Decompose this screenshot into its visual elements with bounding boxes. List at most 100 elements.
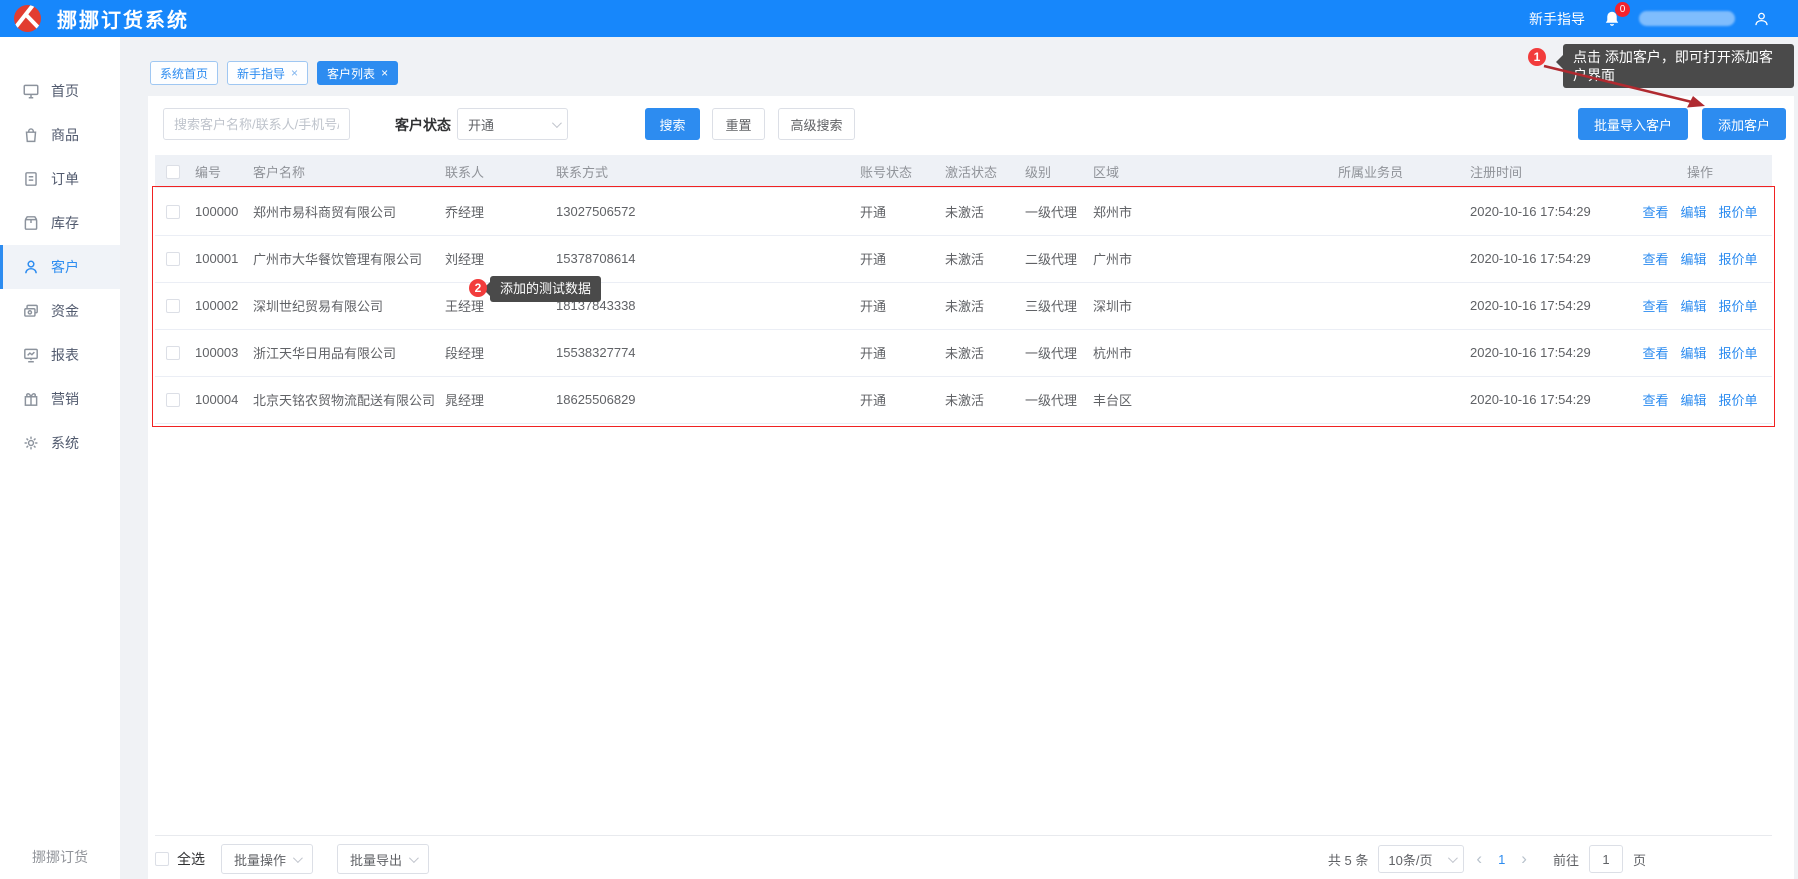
action-view-link[interactable]: 查看 <box>1642 346 1668 361</box>
cell-contact: 段经理 <box>440 329 551 376</box>
sidebar-item-label: 系统 <box>51 433 79 453</box>
cell-name: 郑州市易科商贸有限公司 <box>248 188 440 235</box>
reset-button[interactable]: 重置 <box>712 108 765 140</box>
row-checkbox[interactable] <box>166 299 180 313</box>
current-page[interactable]: 1 <box>1494 852 1509 867</box>
action-quote-link[interactable]: 报价单 <box>1719 205 1758 220</box>
goto-page-input[interactable] <box>1589 845 1623 873</box>
funds-icon <box>22 302 40 320</box>
table-row: 100002深圳世纪贸易有限公司王经理18137843338开通未激活三级代理深… <box>155 282 1772 329</box>
sidebar-item-home[interactable]: 首页 <box>0 69 120 113</box>
action-view-link[interactable]: 查看 <box>1642 205 1668 220</box>
cell-level: 一级代理 <box>1020 329 1088 376</box>
action-edit-link[interactable]: 编辑 <box>1680 393 1706 408</box>
table-row: 100000郑州市易科商贸有限公司乔经理13027506572开通未激活一级代理… <box>155 188 1772 235</box>
customer-icon <box>22 258 40 276</box>
row-checkbox[interactable] <box>166 252 180 266</box>
cell-region: 广州市 <box>1088 235 1333 282</box>
action-quote-link[interactable]: 报价单 <box>1719 252 1758 267</box>
app-logo-icon <box>14 5 41 32</box>
action-quote-link[interactable]: 报价单 <box>1719 346 1758 361</box>
action-edit-link[interactable]: 编辑 <box>1680 205 1706 220</box>
sidebar-item-label: 营销 <box>51 389 79 409</box>
home-icon <box>22 82 40 100</box>
user-avatar-icon[interactable] <box>1753 10 1770 28</box>
notification-badge: 0 <box>1615 2 1630 17</box>
next-page-icon[interactable]: › <box>1519 849 1529 869</box>
cell-activation: 未激活 <box>940 235 1020 282</box>
sidebar-item-reports[interactable]: 报表 <box>0 333 120 377</box>
column-header-account_status: 账号状态 <box>855 155 940 188</box>
column-header-activation: 激活状态 <box>940 155 1020 188</box>
batch-export-button[interactable]: 批量导出 <box>337 844 429 874</box>
cell-reg_time: 2020-10-16 17:54:29 <box>1465 376 1628 423</box>
sidebar-item-inventory[interactable]: 库存 <box>0 201 120 245</box>
sidebar-item-label: 订单 <box>51 169 79 189</box>
sidebar-item-marketing[interactable]: 营销 <box>0 377 120 421</box>
cell-reg_time: 2020-10-16 17:54:29 <box>1465 329 1628 376</box>
action-view-link[interactable]: 查看 <box>1642 393 1668 408</box>
cell-contact: 乔经理 <box>440 188 551 235</box>
row-checkbox[interactable] <box>166 205 180 219</box>
cell-salesman <box>1333 188 1465 235</box>
user-name-redacted <box>1639 11 1735 26</box>
sidebar-item-system[interactable]: 系统 <box>0 421 120 465</box>
select-all-header-checkbox[interactable] <box>166 165 180 179</box>
action-edit-link[interactable]: 编辑 <box>1680 252 1706 267</box>
row-checkbox[interactable] <box>166 393 180 407</box>
table-row: 100001广州市大华餐饮管理有限公司刘经理15378708614开通未激活二级… <box>155 235 1772 282</box>
close-icon[interactable]: × <box>381 67 388 79</box>
cell-salesman <box>1333 376 1465 423</box>
guide-step1-badge: 1 <box>1528 48 1546 66</box>
column-header-region: 区域 <box>1088 155 1333 188</box>
select-all-checkbox[interactable] <box>155 852 169 866</box>
status-select[interactable]: 开通 <box>457 108 568 140</box>
status-filter-label: 客户状态 <box>395 115 451 135</box>
tab-customer-list[interactable]: 客户列表× <box>317 61 398 85</box>
cell-id: 100004 <box>190 376 248 423</box>
search-button[interactable]: 搜索 <box>645 108 700 140</box>
row-checkbox[interactable] <box>166 346 180 360</box>
cell-phone: 15538327774 <box>551 329 855 376</box>
chevron-down-icon <box>409 853 419 863</box>
sidebar-item-customers[interactable]: 客户 <box>0 245 120 289</box>
beginner-guide-link[interactable]: 新手指导 <box>1529 9 1585 29</box>
column-header-level: 级别 <box>1020 155 1088 188</box>
cell-account_status: 开通 <box>855 235 940 282</box>
batch-action-button[interactable]: 批量操作 <box>221 844 313 874</box>
sidebar-item-orders[interactable]: 订单 <box>0 157 120 201</box>
advanced-search-button[interactable]: 高级搜索 <box>778 108 855 140</box>
topbar-nav: 新手指导 0 <box>1529 0 1770 37</box>
sidebar-item-funds[interactable]: 资金 <box>0 289 120 333</box>
batch-export-label: 批量导出 <box>350 850 402 869</box>
cell-salesman <box>1333 282 1465 329</box>
prev-page-icon[interactable]: ‹ <box>1474 849 1484 869</box>
sidebar-item-goods[interactable]: 商品 <box>0 113 120 157</box>
page-size-select[interactable]: 10条/页 <box>1378 845 1464 873</box>
action-view-link[interactable]: 查看 <box>1642 299 1668 314</box>
sidebar: 首页商品订单库存客户资金报表营销系统 挪挪订货 <box>0 37 120 879</box>
action-quote-link[interactable]: 报价单 <box>1719 393 1758 408</box>
action-view-link[interactable]: 查看 <box>1642 252 1668 267</box>
chevron-down-icon <box>552 118 562 128</box>
add-customer-button[interactable]: 添加客户 <box>1702 108 1786 140</box>
action-edit-link[interactable]: 编辑 <box>1680 299 1706 314</box>
action-quote-link[interactable]: 报价单 <box>1719 299 1758 314</box>
close-icon[interactable]: × <box>291 67 298 79</box>
cell-region: 郑州市 <box>1088 188 1333 235</box>
search-input[interactable] <box>163 108 350 140</box>
action-edit-link[interactable]: 编辑 <box>1680 346 1706 361</box>
cell-activation: 未激活 <box>940 282 1020 329</box>
cell-id: 100001 <box>190 235 248 282</box>
notification-bell-icon[interactable]: 0 <box>1603 9 1621 29</box>
cell-account_status: 开通 <box>855 329 940 376</box>
batch-controls: 全选 批量操作 批量导出 <box>155 844 445 874</box>
tab-beginner-guide[interactable]: 新手指导× <box>227 61 308 85</box>
tab-bar: 系统首页新手指导× 客户列表× <box>150 61 398 85</box>
tab-system-home[interactable]: 系统首页 <box>150 61 218 85</box>
chevron-down-icon <box>1448 853 1458 863</box>
sidebar-item-label: 库存 <box>51 213 79 233</box>
batch-import-button[interactable]: 批量导入客户 <box>1578 108 1688 140</box>
cell-level: 三级代理 <box>1020 282 1088 329</box>
column-header-phone: 联系方式 <box>551 155 855 188</box>
